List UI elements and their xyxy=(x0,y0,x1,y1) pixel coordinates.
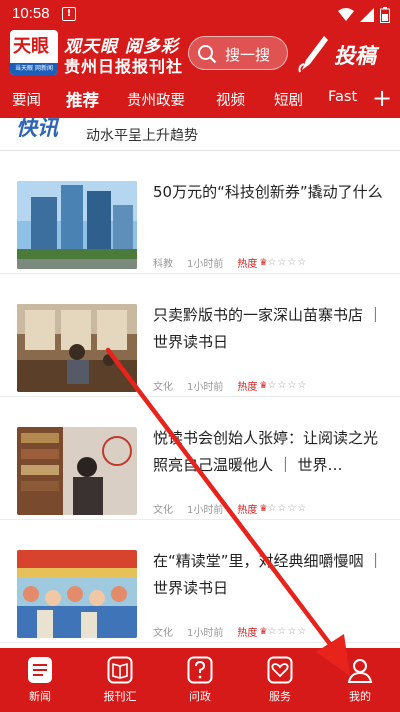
article-category: 文化 xyxy=(153,628,173,639)
news-flash-text: 动水平呈上升趋势 xyxy=(86,128,198,144)
nav-mine[interactable]: 我的 xyxy=(320,648,400,712)
article-item[interactable]: 悦读书会创始人张婷：让阅读之光照亮自己温暖他人 ｜ 世界… 文化 1小时前 热度… xyxy=(0,397,400,520)
article-time: 1小时前 xyxy=(187,382,224,393)
heat-stars: ☆☆☆☆ xyxy=(267,380,308,391)
status-bar: 10:58 ! xyxy=(0,0,400,30)
news-icon xyxy=(28,657,52,683)
article-thumbnail xyxy=(17,181,137,269)
tab-video[interactable]: 视频 xyxy=(216,89,245,110)
article-time: 1小时前 xyxy=(187,628,224,639)
article-title: 在“精读堂”里，对经典细嚼慢咽 ｜ 世界读书日 xyxy=(153,552,384,597)
crown-icon: ♛ xyxy=(259,626,268,637)
nav-service[interactable]: 服务 xyxy=(240,648,320,712)
status-time: 10:58 xyxy=(12,5,50,22)
news-flash-bar[interactable]: 快讯 动水平呈上升趋势 xyxy=(0,118,400,151)
logo-subtext: 当天眼 网新闻 xyxy=(10,63,58,75)
heat-stars: ☆☆☆☆ xyxy=(267,626,308,637)
search-icon xyxy=(198,45,217,64)
article-thumbnail xyxy=(17,427,137,515)
heat-label: 热度 xyxy=(237,505,258,516)
heat-label: 热度 xyxy=(237,628,258,639)
heat-stars: ☆☆☆☆ xyxy=(267,503,308,514)
nav-service-label: 服务 xyxy=(269,690,291,703)
crown-icon: ♛ xyxy=(259,380,268,391)
crown-icon: ♛ xyxy=(259,257,268,268)
article-category: 文化 xyxy=(153,505,173,516)
tab-recommend[interactable]: 推荐 xyxy=(66,87,99,111)
heat-stars: ☆☆☆☆ xyxy=(267,257,308,268)
article-meta: 文化 1小时前 热度 ♛ ☆☆☆☆ xyxy=(153,378,307,393)
nav-news-label: 新闻 xyxy=(29,690,51,703)
article-time: 1小时前 xyxy=(187,505,224,516)
app-header: 天眼 当天眼 网新闻 观天眼 阅多彩 贵州日报报刊社 搜一搜 投稿 xyxy=(0,30,400,80)
article-item[interactable]: 50万元的“科技创新券”撬动了什么 科教 1小时前 热度 ♛ ☆☆☆☆ xyxy=(0,151,400,274)
heart-hands-icon xyxy=(267,656,293,684)
article-title: 悦读书会创始人张婷：让阅读之光照亮自己温暖他人 ｜ 世界… xyxy=(153,429,379,474)
nav-mine-label: 我的 xyxy=(349,690,371,703)
article-thumbnail xyxy=(17,304,137,392)
crown-icon: ♛ xyxy=(259,503,268,514)
wifi-icon xyxy=(338,8,354,21)
article-category: 科教 xyxy=(153,259,173,270)
article-meta: 文化 1小时前 热度 ♛ ☆☆☆☆ xyxy=(153,501,307,516)
nav-inquiry-label: 问政 xyxy=(189,690,211,703)
brush-icon xyxy=(298,36,328,73)
category-tabs: 要闻 推荐 贵州政要 视频 短剧 Fast + xyxy=(0,80,400,118)
news-flash-badge: 快讯 xyxy=(16,118,58,140)
tab-yaowen[interactable]: 要闻 xyxy=(12,89,41,110)
add-tab-button[interactable]: + xyxy=(364,80,400,118)
nav-inquiry[interactable]: 问政 xyxy=(160,648,240,712)
nav-news[interactable]: 新闻 xyxy=(0,648,80,712)
tab-guizhou-politics[interactable]: 贵州政要 xyxy=(127,89,185,110)
article-item[interactable]: 在“精读堂”里，对经典细嚼慢咽 ｜ 世界读书日 文化 1小时前 热度 ♛ ☆☆☆… xyxy=(0,520,400,643)
battery-icon xyxy=(380,7,390,23)
bottom-nav: 新闻 报刊汇 问政 服务 我的 xyxy=(0,648,400,712)
status-icons xyxy=(338,7,390,23)
search-placeholder: 搜一搜 xyxy=(225,46,271,64)
book-icon xyxy=(107,656,133,684)
signal-icon xyxy=(360,8,374,22)
logo-text: 天眼 xyxy=(13,36,49,57)
nav-newspapers-label: 报刊汇 xyxy=(103,690,137,703)
notification-icon: ! xyxy=(62,7,76,21)
brand-name: 贵州日报报刊社 xyxy=(64,57,184,76)
tab-short-drama[interactable]: 短剧 xyxy=(274,89,303,110)
article-time: 1小时前 xyxy=(187,259,224,270)
article-item[interactable]: 只卖黔版书的一家深山苗寨书店 ｜ 世界读书日 文化 1小时前 热度 ♛ ☆☆☆☆ xyxy=(0,274,400,397)
article-category: 文化 xyxy=(153,382,173,393)
heat-label: 热度 xyxy=(237,259,258,270)
article-thumbnail xyxy=(17,550,137,638)
contribute-button[interactable]: 投稿 xyxy=(296,34,396,74)
article-meta: 科教 1小时前 热度 ♛ ☆☆☆☆ xyxy=(153,255,307,270)
app-logo: 天眼 当天眼 网新闻 xyxy=(10,30,58,75)
article-meta: 文化 1小时前 热度 ♛ ☆☆☆☆ xyxy=(153,624,307,639)
nav-newspapers[interactable]: 报刊汇 xyxy=(80,648,160,712)
search-box[interactable]: 搜一搜 xyxy=(188,36,288,70)
article-list: 50万元的“科技创新券”撬动了什么 科教 1小时前 热度 ♛ ☆☆☆☆ 只卖黔版… xyxy=(0,151,400,648)
article-title: 50万元的“科技创新券”撬动了什么 xyxy=(153,183,383,201)
article-title: 只卖黔版书的一家深山苗寨书店 ｜ 世界读书日 xyxy=(153,306,383,351)
heat-label: 热度 xyxy=(237,382,258,393)
user-icon xyxy=(347,659,373,683)
tab-fast[interactable]: Fast xyxy=(328,89,357,105)
question-icon xyxy=(187,656,213,684)
contribute-label: 投稿 xyxy=(334,44,376,68)
